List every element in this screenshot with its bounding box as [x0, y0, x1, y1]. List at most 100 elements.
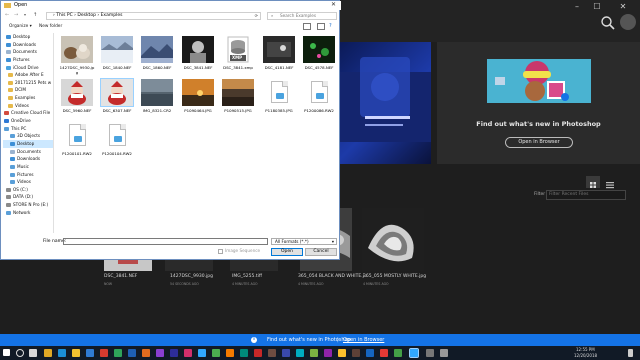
file-item[interactable]: DSC_4181.NEF [261, 36, 297, 78]
file-item[interactable]: DSC_4578.NEF [301, 36, 337, 78]
app-icon-19[interactable] [296, 349, 304, 357]
refresh-icon[interactable]: ⟳ [255, 13, 258, 19]
nav-item[interactable]: 20171215 Pets w [3, 79, 53, 87]
open-button[interactable]: Open [271, 248, 303, 256]
app-icon-11[interactable] [184, 349, 192, 357]
nav-item[interactable]: Pictures [3, 171, 53, 179]
app-icon-25[interactable] [380, 349, 388, 357]
open-in-browser-button[interactable]: Open in Browser [505, 137, 573, 148]
dialog-close-icon[interactable]: ✕ [331, 1, 336, 8]
file-item[interactable]: P1090464.JPG [180, 79, 216, 121]
close-button[interactable]: ✕ [614, 0, 632, 14]
app-icon-3[interactable] [72, 349, 80, 357]
nav-item[interactable]: Examples [3, 94, 53, 102]
nav-item[interactable]: Network [3, 209, 53, 217]
file-type-select[interactable]: All Formats (*.*) ▾ [271, 238, 337, 245]
nav-item[interactable]: Documents [3, 148, 53, 156]
app-icon-16[interactable] [254, 349, 262, 357]
nav-item[interactable]: Creative Cloud File [3, 109, 53, 117]
nav-item[interactable]: OneDrive [3, 117, 53, 125]
file-name-input[interactable] [63, 238, 268, 245]
recent-thumb-5[interactable] [362, 208, 424, 271]
photoshop-taskbar-icon[interactable] [409, 348, 419, 358]
help-icon[interactable]: ? [329, 23, 332, 29]
cortana-icon[interactable] [16, 349, 24, 357]
maximize-button[interactable]: ☐ [588, 0, 606, 14]
file-item[interactable]: P1180385.JPG [261, 79, 297, 121]
nav-item[interactable]: Adobe After E [3, 71, 53, 79]
file-item[interactable]: P1200104.RW2 [99, 122, 135, 164]
app-icon-26[interactable] [394, 349, 402, 357]
minimize-button[interactable]: – [568, 0, 586, 14]
file-item[interactable]: DSC_1860.NEF [139, 36, 175, 78]
nav-item[interactable]: Documents [3, 48, 53, 56]
nav-item[interactable]: Downloads [3, 41, 53, 49]
view-options-icon[interactable] [303, 23, 311, 30]
avatar[interactable] [620, 14, 636, 30]
app-icon-9[interactable] [156, 349, 164, 357]
nav-item[interactable]: This PC [3, 125, 53, 133]
nav-item[interactable]: OS (C:) [3, 186, 53, 194]
address-input[interactable]: › This PC › Desktop › Examples ⟳ [46, 12, 261, 20]
app-icon-10[interactable] [170, 349, 178, 357]
app-icon-14[interactable] [226, 349, 234, 357]
nav-item[interactable]: Desktop [3, 33, 53, 41]
file-item[interactable]: P1200086.RW2 [301, 79, 337, 121]
app-icon-27[interactable] [426, 349, 434, 357]
app-icon-4[interactable] [86, 349, 94, 357]
nav-item[interactable]: Pictures [3, 56, 53, 64]
preview-pane-icon[interactable] [317, 23, 325, 30]
back-icon[interactable]: ← [5, 12, 9, 18]
nav-item[interactable]: 3D Objects [3, 132, 53, 140]
nav-item[interactable]: DCIM [3, 86, 53, 94]
app-icon-12[interactable] [198, 349, 206, 357]
new-folder-button[interactable]: New folder [39, 24, 62, 29]
nav-item[interactable] [3, 216, 53, 224]
app-icon-28[interactable] [440, 349, 448, 357]
list-view-button[interactable] [603, 176, 617, 189]
file-item[interactable]: DSC_3841.NEF [180, 36, 216, 78]
nav-item[interactable]: Videos [3, 102, 53, 110]
file-item[interactable]: IMG_8321.CR2 [139, 79, 175, 121]
file-item[interactable]: DSC_1840.NEF [99, 36, 135, 78]
clock-date[interactable]: 12/20/2018 [574, 353, 597, 358]
file-item[interactable]: 1427DSC_9930.jpg [59, 36, 95, 78]
file-item[interactable]: P1200101.RW2 [59, 122, 95, 164]
forward-icon[interactable]: → [14, 12, 18, 18]
app-icon-7[interactable] [128, 349, 136, 357]
app-icon-17[interactable] [268, 349, 276, 357]
app-icon-24[interactable] [366, 349, 374, 357]
search-icon[interactable] [599, 14, 617, 32]
notification-link[interactable]: Open in Browser [343, 334, 384, 346]
task-view-icon[interactable] [29, 349, 37, 357]
app-icon-15[interactable] [240, 349, 248, 357]
nav-item[interactable]: DATA (D:) [3, 193, 53, 201]
filter-input[interactable]: Filter Recent Files [546, 190, 626, 200]
nav-item[interactable]: iCloud Drive [3, 64, 53, 72]
up-icon[interactable]: ↑ [33, 12, 37, 18]
app-icon-6[interactable] [114, 349, 122, 357]
nav-item[interactable] [3, 224, 53, 232]
app-icon-8[interactable] [142, 349, 150, 357]
app-icon-2[interactable] [58, 349, 66, 357]
grid-view-button[interactable] [586, 176, 600, 188]
file-item[interactable]: DSC_6307.NEF [99, 78, 135, 121]
app-icon-21[interactable] [324, 349, 332, 357]
search-input[interactable]: ⌕ Search Examples [267, 12, 337, 20]
nav-item[interactable]: STORE N Pro (E:) [3, 201, 53, 209]
app-icon-5[interactable] [100, 349, 108, 357]
nav-item[interactable]: Downloads [3, 155, 53, 163]
app-icon-23[interactable] [352, 349, 360, 357]
nav-item[interactable]: Music [3, 163, 53, 171]
app-icon-13[interactable] [212, 349, 220, 357]
start-icon[interactable] [3, 349, 10, 356]
clock-time[interactable]: 12:55 PM [576, 347, 595, 352]
nav-item[interactable]: Desktop [3, 139, 53, 148]
notification-center-icon[interactable] [628, 349, 633, 357]
app-icon-18[interactable] [282, 349, 290, 357]
organize-button[interactable]: Organize ▾ [9, 24, 32, 29]
app-icon-1[interactable] [44, 349, 52, 357]
nav-item[interactable]: Videos [3, 178, 53, 186]
app-icon-22[interactable] [338, 349, 346, 357]
file-item[interactable]: P1090515.JPG [220, 79, 256, 121]
